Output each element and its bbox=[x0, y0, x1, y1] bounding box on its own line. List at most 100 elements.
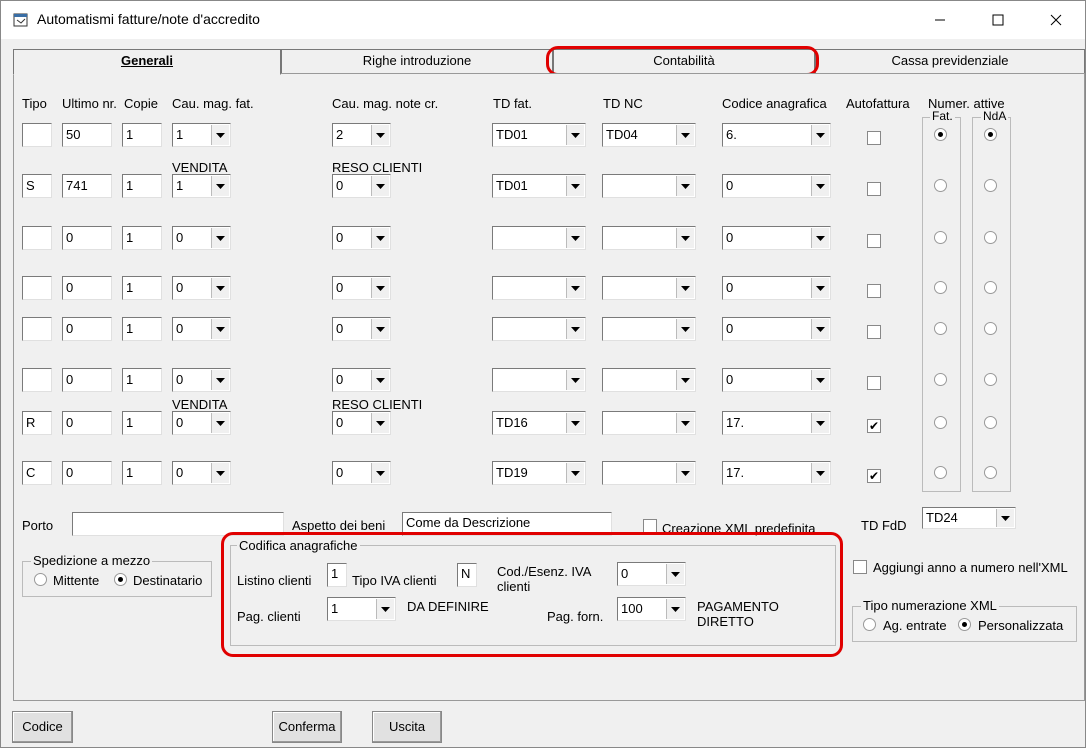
nda-radio[interactable] bbox=[984, 231, 997, 244]
creazione-xml-checkbox[interactable] bbox=[643, 519, 657, 533]
ultimo-nr-input[interactable]: 0 bbox=[62, 411, 112, 435]
tipo-input[interactable] bbox=[22, 317, 52, 341]
cau-mag-nc-select[interactable]: 0 bbox=[332, 226, 391, 250]
cau-mag-nc-select[interactable]: 0 bbox=[332, 461, 391, 485]
chevron-down-icon[interactable] bbox=[566, 413, 584, 433]
codice-anagrafica-select[interactable]: 0 bbox=[722, 317, 831, 341]
chevron-down-icon[interactable] bbox=[676, 125, 694, 145]
cau-mag-nc-select[interactable]: 2 bbox=[332, 123, 391, 147]
copie-input[interactable]: 1 bbox=[122, 226, 162, 250]
td-nc-select[interactable] bbox=[602, 317, 696, 341]
chevron-down-icon[interactable] bbox=[566, 278, 584, 298]
fat-radio[interactable] bbox=[934, 179, 947, 192]
chevron-down-icon[interactable] bbox=[566, 370, 584, 390]
td-nc-select[interactable] bbox=[602, 368, 696, 392]
cau-mag-fat-select[interactable]: 0 bbox=[172, 368, 231, 392]
chevron-down-icon[interactable] bbox=[676, 176, 694, 196]
cau-mag-fat-select[interactable]: 0 bbox=[172, 317, 231, 341]
chevron-down-icon[interactable] bbox=[211, 370, 229, 390]
chevron-down-icon[interactable] bbox=[811, 228, 829, 248]
copie-input[interactable]: 1 bbox=[122, 123, 162, 147]
tab-righe-introduzione[interactable]: Righe introduzione bbox=[281, 49, 553, 73]
cau-mag-nc-select[interactable]: 0 bbox=[332, 317, 391, 341]
td-nc-select[interactable] bbox=[602, 411, 696, 435]
nda-radio[interactable] bbox=[984, 128, 997, 141]
fat-radio[interactable] bbox=[934, 466, 947, 479]
ultimo-nr-input[interactable]: 0 bbox=[62, 276, 112, 300]
ultimo-nr-input[interactable]: 741 bbox=[62, 174, 112, 198]
chevron-down-icon[interactable] bbox=[811, 463, 829, 483]
chevron-down-icon[interactable] bbox=[211, 125, 229, 145]
chevron-down-icon[interactable] bbox=[566, 319, 584, 339]
chevron-down-icon[interactable] bbox=[211, 413, 229, 433]
fat-radio[interactable] bbox=[934, 373, 947, 386]
chevron-down-icon[interactable] bbox=[211, 463, 229, 483]
ultimo-nr-input[interactable]: 0 bbox=[62, 226, 112, 250]
nda-radio[interactable] bbox=[984, 281, 997, 294]
minimize-button[interactable] bbox=[911, 1, 969, 39]
uscita-button[interactable]: Uscita bbox=[372, 711, 442, 743]
td-fat-select[interactable] bbox=[492, 368, 586, 392]
fat-radio[interactable] bbox=[934, 281, 947, 294]
ultimo-nr-input[interactable]: 0 bbox=[62, 368, 112, 392]
autofattura-checkbox[interactable] bbox=[867, 131, 881, 145]
ultimo-nr-input[interactable]: 50 bbox=[62, 123, 112, 147]
td-fdd-select[interactable]: TD24 bbox=[922, 507, 1016, 529]
tipo-input[interactable] bbox=[22, 368, 52, 392]
codice-anagrafica-select[interactable]: 0 bbox=[722, 226, 831, 250]
copie-input[interactable]: 1 bbox=[122, 174, 162, 198]
cau-mag-fat-select[interactable]: 0 bbox=[172, 276, 231, 300]
td-nc-select[interactable] bbox=[602, 174, 696, 198]
chevron-down-icon[interactable] bbox=[676, 413, 694, 433]
codice-anagrafica-select[interactable]: 17. bbox=[722, 461, 831, 485]
chevron-down-icon[interactable] bbox=[211, 176, 229, 196]
td-nc-select[interactable] bbox=[602, 276, 696, 300]
chevron-down-icon[interactable] bbox=[811, 319, 829, 339]
codice-anagrafica-select[interactable]: 0 bbox=[722, 276, 831, 300]
conferma-button[interactable]: Conferma bbox=[272, 711, 342, 743]
ultimo-nr-input[interactable]: 0 bbox=[62, 461, 112, 485]
chevron-down-icon[interactable] bbox=[371, 319, 389, 339]
fat-radio[interactable] bbox=[934, 416, 947, 429]
tipo-input[interactable]: R bbox=[22, 411, 52, 435]
chevron-down-icon[interactable] bbox=[676, 319, 694, 339]
chevron-down-icon[interactable] bbox=[566, 228, 584, 248]
tipo-input[interactable] bbox=[22, 123, 52, 147]
tipo-input[interactable] bbox=[22, 226, 52, 250]
aggiungi-anno-checkbox[interactable] bbox=[853, 560, 867, 574]
td-fat-select[interactable] bbox=[492, 226, 586, 250]
td-nc-select[interactable]: TD04 bbox=[602, 123, 696, 147]
copie-input[interactable]: 1 bbox=[122, 411, 162, 435]
chevron-down-icon[interactable] bbox=[676, 463, 694, 483]
maximize-button[interactable] bbox=[969, 1, 1027, 39]
chevron-down-icon[interactable] bbox=[811, 370, 829, 390]
cau-mag-nc-select[interactable]: 0 bbox=[332, 411, 391, 435]
fat-radio[interactable] bbox=[934, 231, 947, 244]
chevron-down-icon[interactable] bbox=[676, 278, 694, 298]
cau-mag-fat-select[interactable]: 0 bbox=[172, 411, 231, 435]
td-fat-select[interactable] bbox=[492, 276, 586, 300]
td-nc-select[interactable] bbox=[602, 226, 696, 250]
chevron-down-icon[interactable] bbox=[676, 228, 694, 248]
cau-mag-nc-select[interactable]: 0 bbox=[332, 276, 391, 300]
chevron-down-icon[interactable] bbox=[371, 228, 389, 248]
fat-radio[interactable] bbox=[934, 322, 947, 335]
td-fat-select[interactable] bbox=[492, 317, 586, 341]
copie-input[interactable]: 1 bbox=[122, 317, 162, 341]
codice-anagrafica-select[interactable]: 17. bbox=[722, 411, 831, 435]
nda-radio[interactable] bbox=[984, 373, 997, 386]
autofattura-checkbox[interactable]: ✔ bbox=[867, 419, 881, 433]
personalizzata-radio[interactable] bbox=[958, 618, 971, 631]
cau-mag-fat-select[interactable]: 1 bbox=[172, 123, 231, 147]
copie-input[interactable]: 1 bbox=[122, 276, 162, 300]
td-fat-select[interactable]: TD16 bbox=[492, 411, 586, 435]
chevron-down-icon[interactable] bbox=[996, 509, 1014, 527]
chevron-down-icon[interactable] bbox=[371, 413, 389, 433]
chevron-down-icon[interactable] bbox=[811, 278, 829, 298]
codice-anagrafica-select[interactable]: 0 bbox=[722, 368, 831, 392]
chevron-down-icon[interactable] bbox=[811, 176, 829, 196]
autofattura-checkbox[interactable]: ✔ bbox=[867, 469, 881, 483]
td-fat-select[interactable]: TD01 bbox=[492, 123, 586, 147]
nda-radio[interactable] bbox=[984, 322, 997, 335]
cau-mag-fat-select[interactable]: 0 bbox=[172, 226, 231, 250]
